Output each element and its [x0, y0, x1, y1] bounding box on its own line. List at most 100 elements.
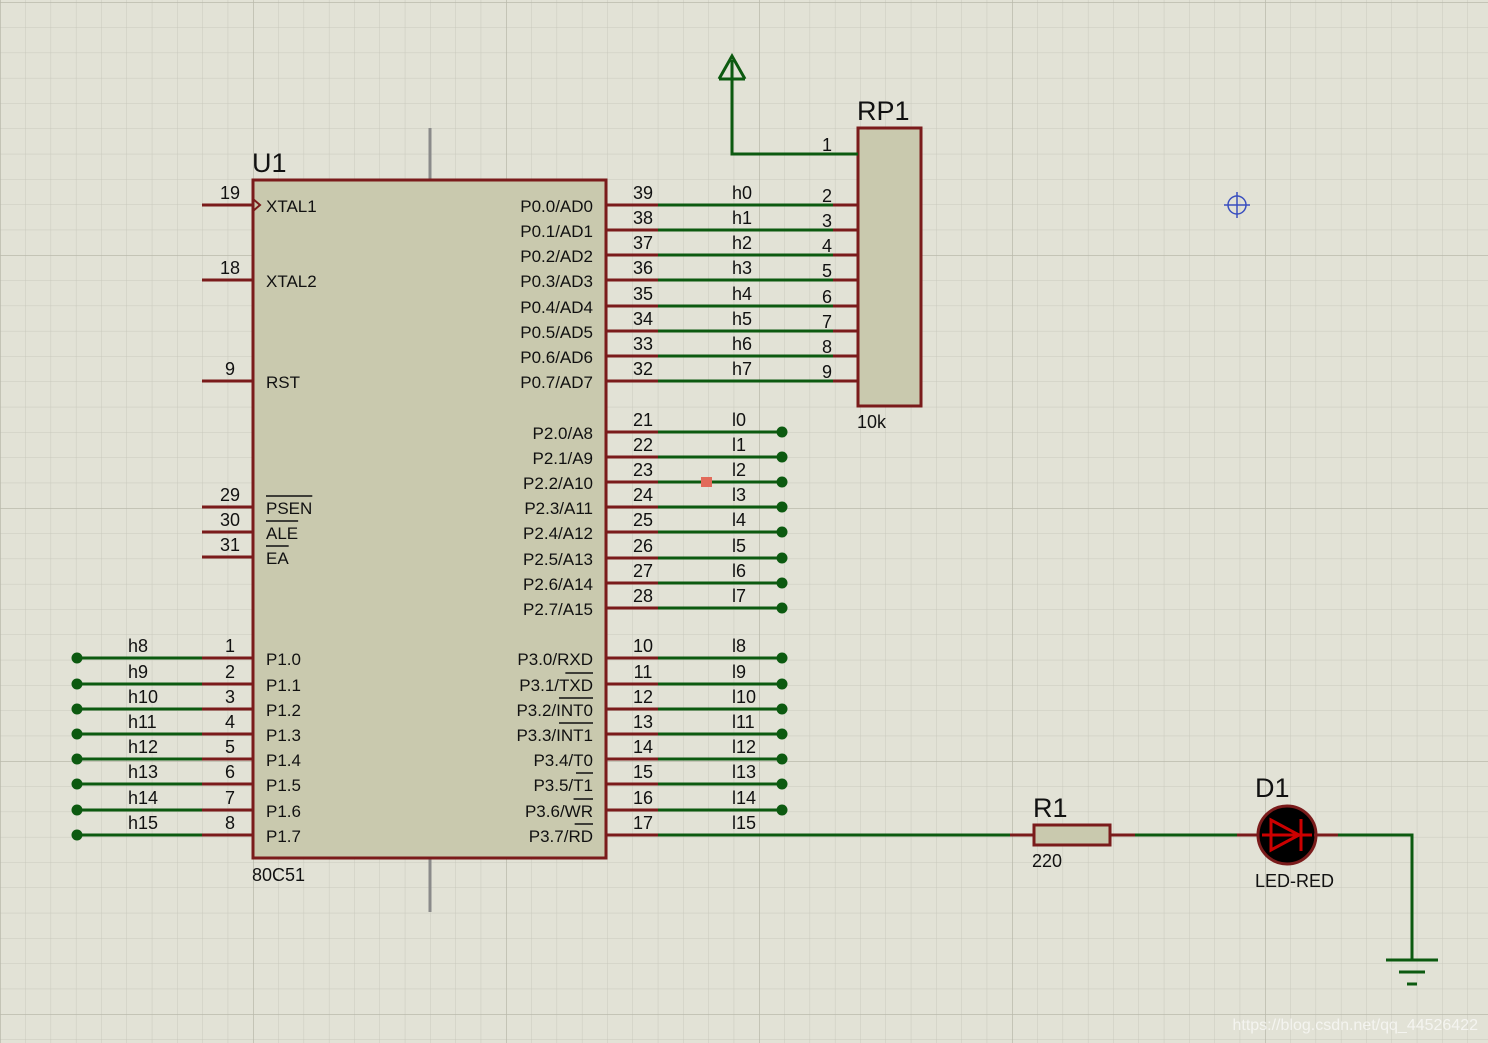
net-terminal[interactable]: [776, 426, 788, 438]
u1-pin-name: P3.7/RD: [529, 827, 593, 846]
net-label: h14: [128, 788, 158, 808]
net-label: h12: [128, 737, 158, 757]
net-terminal[interactable]: [776, 703, 788, 715]
u1-pin-number: 1: [225, 636, 235, 656]
net-terminal[interactable]: [776, 678, 788, 690]
u1-pin-number: 2: [225, 662, 235, 682]
net-terminal[interactable]: [776, 753, 788, 765]
net-terminal[interactable]: [776, 778, 788, 790]
rp1-body[interactable]: [856, 126, 923, 408]
u1-pin-name: P1.3: [266, 726, 301, 745]
watermark: https://blog.csdn.net/qq_44526422: [1232, 1017, 1478, 1034]
rp1-pin-number: 8: [822, 337, 832, 357]
net-terminal[interactable]: [776, 804, 788, 816]
net-terminal[interactable]: [776, 577, 788, 589]
schematic-canvas[interactable]: U1 80C51 19XTAL118XTAL29RST29PSEN30ALE31…: [0, 0, 1488, 1043]
net-label: l10: [732, 687, 756, 707]
u1-pin-name: P0.4/AD4: [520, 298, 593, 317]
rp1-pin-number: 9: [822, 362, 832, 382]
net-terminal[interactable]: [71, 804, 83, 816]
u1-pin-number: 27: [633, 561, 653, 581]
net-label: l7: [732, 586, 746, 606]
r1-ref: R1: [1033, 793, 1068, 823]
u1-pin-number: 7: [225, 788, 235, 808]
u1-pin-number: 6: [225, 762, 235, 782]
net-label: l9: [732, 662, 746, 682]
r1-body[interactable]: [1032, 823, 1112, 847]
u1-pin-number: 5: [225, 737, 235, 757]
u1-pin-number: 36: [633, 258, 653, 278]
u1-pin-name: P1.6: [266, 802, 301, 821]
net-terminal[interactable]: [71, 652, 83, 664]
net-terminal[interactable]: [71, 728, 83, 740]
u1-pin-name: P0.2/AD2: [520, 247, 593, 266]
u1-pin-name: P3.4/T0: [533, 751, 593, 770]
u1-pin-number: 14: [633, 737, 653, 757]
u1-pin-number: 28: [633, 586, 653, 606]
u1-pin-number: 8: [225, 813, 235, 833]
u1-pin-number: 33: [633, 334, 653, 354]
r1-value: 220: [1032, 851, 1062, 871]
u1-pin-name: P2.6/A14: [523, 575, 593, 594]
rp1-pin-number: 2: [822, 186, 832, 206]
u1-pin-number: 29: [220, 485, 240, 505]
u1-pin-number: 11: [634, 662, 653, 682]
net-terminal[interactable]: [776, 652, 788, 664]
net-label: h3: [732, 258, 752, 278]
net-terminal[interactable]: [71, 778, 83, 790]
net-label: l15: [732, 813, 756, 833]
net-label: h4: [732, 284, 752, 304]
net-terminal[interactable]: [776, 728, 788, 740]
u1-pin-name: ALE: [266, 524, 298, 543]
net-label: h5: [732, 309, 752, 329]
net-terminal[interactable]: [71, 678, 83, 690]
net-label: h8: [128, 636, 148, 656]
u1-pin-name: P0.3/AD3: [520, 272, 593, 291]
net-label: h9: [128, 662, 148, 682]
u1-pin-number: 23: [633, 460, 653, 480]
u1-pin-name: P3.1/TXD: [519, 676, 593, 695]
net-terminal[interactable]: [71, 753, 83, 765]
u1-pin-name: P3.6/WR: [525, 802, 593, 821]
net-terminal[interactable]: [776, 476, 788, 488]
net-label: l14: [732, 788, 756, 808]
u1-pin-number: 3: [225, 687, 235, 707]
rp1-pin-number: 4: [822, 236, 832, 256]
u1-pin-name: P3.2/INT0: [516, 701, 593, 720]
net-terminal[interactable]: [71, 829, 83, 841]
rp1-ref: RP1: [857, 96, 910, 126]
u1-pin-number: 16: [633, 788, 653, 808]
u1-pin-number: 9: [225, 359, 235, 379]
u1-pin-name: P3.5/T1: [533, 776, 593, 795]
net-label: l3: [732, 485, 746, 505]
u1-pin-name: P2.4/A12: [523, 524, 593, 543]
d1-value: LED-RED: [1255, 871, 1334, 891]
rp1-pin-number: 6: [822, 287, 832, 307]
net-terminal[interactable]: [71, 703, 83, 715]
u1-pin-number: 32: [633, 359, 653, 379]
rp1-pin-number: 7: [822, 312, 832, 332]
u1-pin-name: P1.2: [266, 701, 301, 720]
u1-pin-name: P2.7/A15: [523, 600, 593, 619]
u1-pin-number: 13: [633, 712, 653, 732]
u1-pin-name: P2.3/A11: [524, 499, 593, 518]
net-terminal[interactable]: [776, 526, 788, 538]
net-terminal[interactable]: [776, 451, 788, 463]
u1-pin-name: XTAL2: [266, 272, 317, 291]
u1-pin-name: P0.7/AD7: [520, 373, 593, 392]
net-label: l8: [732, 636, 746, 656]
net-terminal[interactable]: [776, 602, 788, 614]
u1-pin-name: P1.4: [266, 751, 301, 770]
u1-pin-number: 10: [633, 636, 653, 656]
u1-pin-name: P1.1: [266, 676, 301, 695]
u1-pin-name: P2.2/A10: [523, 474, 593, 493]
u1-pin-number: 24: [633, 485, 653, 505]
selection-marker: [701, 477, 712, 487]
net-terminal[interactable]: [776, 501, 788, 513]
net-terminal[interactable]: [776, 552, 788, 564]
u1-pin-name: XTAL1: [266, 197, 317, 216]
net-label: h1: [732, 208, 752, 228]
net-label: l1: [732, 435, 746, 455]
net-label: l4: [732, 510, 746, 530]
u1-pin-name: P3.0/RXD: [517, 650, 593, 669]
